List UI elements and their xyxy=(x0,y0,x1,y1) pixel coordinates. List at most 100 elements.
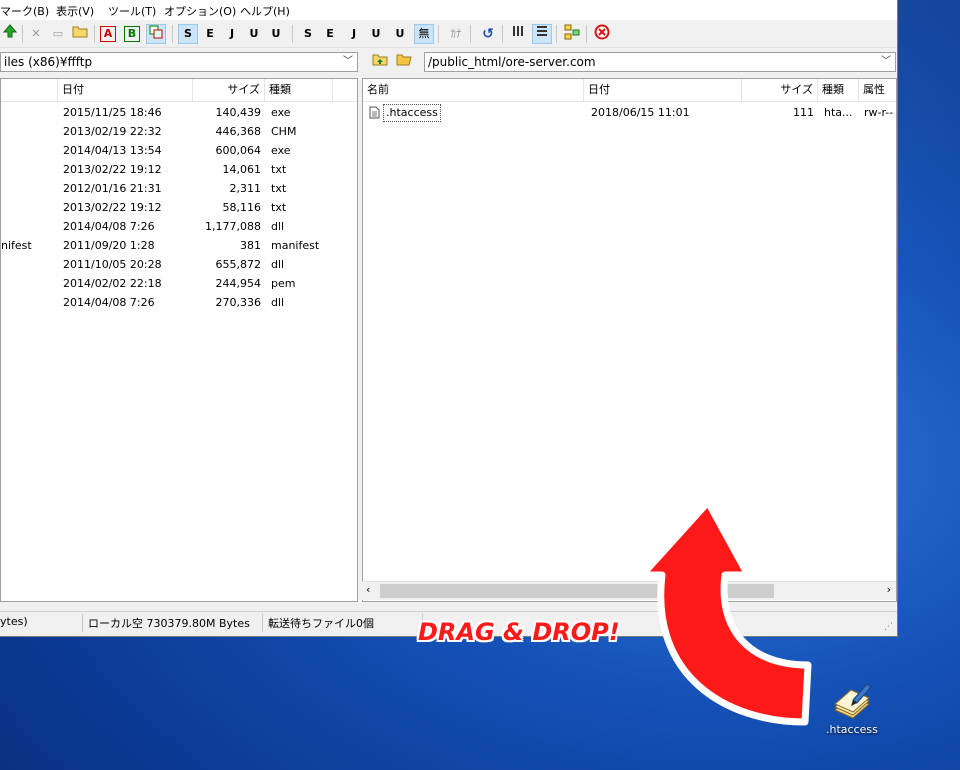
file-type: dll xyxy=(271,258,285,271)
table-row[interactable]: 2013/02/19 22:32 446,368 CHM xyxy=(1,122,357,141)
remote-path-combobox[interactable]: /public_html/ore-server.com ﹀ xyxy=(424,52,896,72)
remote-list-header: 名前 日付 サイズ 種類 属性 xyxy=(363,79,896,102)
menu-options[interactable]: オプション(O) xyxy=(164,3,236,19)
jis-button[interactable]: J xyxy=(222,24,242,44)
scroll-right-icon[interactable]: › xyxy=(887,583,891,596)
local-path-combobox[interactable]: iles (x86)¥ffftp ﹀ xyxy=(0,52,358,72)
menu-bookmark[interactable]: マーク(B) xyxy=(0,3,49,19)
remote-header-size[interactable]: サイズ xyxy=(742,79,818,101)
file-type: CHM xyxy=(271,125,297,138)
menu-view[interactable]: 表示(V) xyxy=(56,3,94,19)
delete-icon[interactable]: ✕ xyxy=(26,24,46,44)
new-folder-icon[interactable] xyxy=(70,24,90,44)
table-row[interactable]: 2014/04/08 7:26 1,177,088 dll xyxy=(1,217,357,236)
file-date: 2015/11/25 18:46 xyxy=(63,106,162,119)
binary-mode-button[interactable]: B xyxy=(124,26,140,42)
file-type: txt xyxy=(271,182,287,195)
file-type: txt xyxy=(271,163,287,176)
local-header-size[interactable]: サイズ xyxy=(193,79,265,101)
table-row[interactable]: 2011/10/05 20:28 655,872 dll xyxy=(1,255,357,274)
toolbar: ✕ ▭ A B S E J U U S E J U U 無 ｶﾅ ↺ xyxy=(0,21,897,48)
no-convert-button[interactable]: 無 xyxy=(414,24,434,44)
euc-button[interactable]: E xyxy=(200,24,220,44)
file-size: 270,336 xyxy=(215,296,262,309)
file-type: dll xyxy=(271,296,285,309)
drag-drop-caption: DRAG & DROP! xyxy=(418,618,620,646)
file-date: 2012/01/16 21:31 xyxy=(63,182,162,195)
remote-utf8-button[interactable]: U xyxy=(366,24,386,44)
file-size: 14,061 xyxy=(222,163,262,176)
table-row[interactable]: 2013/02/22 19:12 14,061 txt xyxy=(1,160,357,179)
disconnect-icon[interactable] xyxy=(592,24,612,44)
remote-header-name[interactable]: 名前 xyxy=(363,79,584,101)
local-file-list[interactable]: 日付 サイズ 種類 2015/11/25 18:46 140,439 exe 2013… xyxy=(0,78,358,602)
table-row[interactable]: 2013/02/22 19:12 58,116 txt xyxy=(1,198,357,217)
table-row[interactable]: 2014/04/08 7:26 270,336 dll xyxy=(1,293,357,312)
status-queue: 転送待ちファイル0個 xyxy=(268,617,374,630)
local-list-header: 日付 サイズ 種類 xyxy=(1,79,357,102)
local-header-name[interactable] xyxy=(1,79,58,101)
local-header-date[interactable]: 日付 xyxy=(58,79,193,101)
table-row[interactable]: nifest 2011/09/20 1:28 381 manifest xyxy=(1,236,357,255)
file-date: 2014/04/13 13:54 xyxy=(63,144,162,157)
file-size: 655,872 xyxy=(215,258,262,271)
remote-sjis-button[interactable]: S xyxy=(298,24,318,44)
file-doc-icon xyxy=(369,106,380,125)
desktop-htaccess-file-icon[interactable] xyxy=(829,680,875,720)
local-path-text: iles (x86)¥ffftp xyxy=(4,55,93,69)
table-row[interactable]: 2012/01/16 21:31 2,311 txt xyxy=(1,179,357,198)
details-view-icon[interactable] xyxy=(532,24,552,44)
status-local-size: ytes) xyxy=(0,615,28,628)
utf8-button[interactable]: U xyxy=(244,24,264,44)
chevron-down-icon[interactable]: ﹀ xyxy=(881,53,891,71)
file-name: nifest xyxy=(1,239,32,252)
file-date: 2011/09/20 1:28 xyxy=(63,239,155,252)
file-type: pem xyxy=(271,277,296,290)
remote-jis-button[interactable]: J xyxy=(344,24,364,44)
utf8-bom-button[interactable]: U xyxy=(266,24,286,44)
remote-path-text: /public_html/ore-server.com xyxy=(428,55,596,69)
remote-header-type[interactable]: 種類 xyxy=(818,79,859,101)
remote-open-folder-icon[interactable] xyxy=(394,52,414,72)
file-name: .htaccess xyxy=(383,104,441,122)
local-header-type[interactable]: 種類 xyxy=(265,79,333,101)
up-arrow-icon[interactable] xyxy=(0,24,20,44)
menu-bar: マーク(B) 表示(V) ツール(T) オプション(O) ヘルプ(H) xyxy=(0,0,897,20)
file-size: 111 xyxy=(793,106,814,119)
file-date: 2014/04/08 7:26 xyxy=(63,296,155,309)
menu-tools[interactable]: ツール(T) xyxy=(108,3,156,19)
file-date: 2011/10/05 20:28 xyxy=(63,258,162,271)
file-date: 2013/02/22 19:12 xyxy=(63,163,162,176)
menu-help[interactable]: ヘルプ(H) xyxy=(240,3,290,19)
sync-folders-icon[interactable] xyxy=(562,24,582,44)
desktop-file-label[interactable]: .htaccess xyxy=(826,723,878,736)
list-view-icon[interactable] xyxy=(508,24,528,44)
ascii-mode-button[interactable]: A xyxy=(100,26,116,42)
table-row[interactable]: .htaccess 2018/06/15 11:01 111 hta... rw-r-- xyxy=(363,103,896,122)
table-row[interactable]: 2014/02/02 22:18 244,954 pem xyxy=(1,274,357,293)
kana-convert-button[interactable]: ｶﾅ xyxy=(446,24,466,44)
table-row[interactable]: 2014/04/13 13:54 600,064 exe xyxy=(1,141,357,160)
table-row[interactable]: 2015/11/25 18:46 140,439 exe xyxy=(1,103,357,122)
auto-mode-button[interactable] xyxy=(146,24,166,44)
file-size: 600,064 xyxy=(215,144,262,157)
remote-header-date[interactable]: 日付 xyxy=(584,79,742,101)
remote-parent-folder-icon[interactable] xyxy=(370,52,390,72)
rename-icon[interactable]: ▭ xyxy=(48,24,68,44)
sjis-button[interactable]: S xyxy=(178,24,198,44)
file-type: exe xyxy=(271,144,291,157)
scroll-left-icon[interactable]: ‹ xyxy=(366,583,370,596)
remote-utf8-bom-button[interactable]: U xyxy=(390,24,410,44)
file-type: dll xyxy=(271,220,285,233)
status-local-free: ローカル空 730379.80M Bytes xyxy=(88,617,250,630)
file-date: 2014/02/02 22:18 xyxy=(63,277,162,290)
chevron-down-icon[interactable]: ﹀ xyxy=(343,53,353,71)
resize-grip-icon[interactable]: ⋰ xyxy=(884,622,893,632)
file-type: txt xyxy=(271,201,287,214)
file-size: 58,116 xyxy=(222,201,262,214)
file-type: manifest xyxy=(271,239,320,252)
refresh-icon[interactable]: ↺ xyxy=(478,24,498,44)
remote-euc-button[interactable]: E xyxy=(320,24,340,44)
remote-header-attr[interactable]: 属性 xyxy=(859,79,896,101)
file-attr: rw-r-- xyxy=(864,106,894,119)
